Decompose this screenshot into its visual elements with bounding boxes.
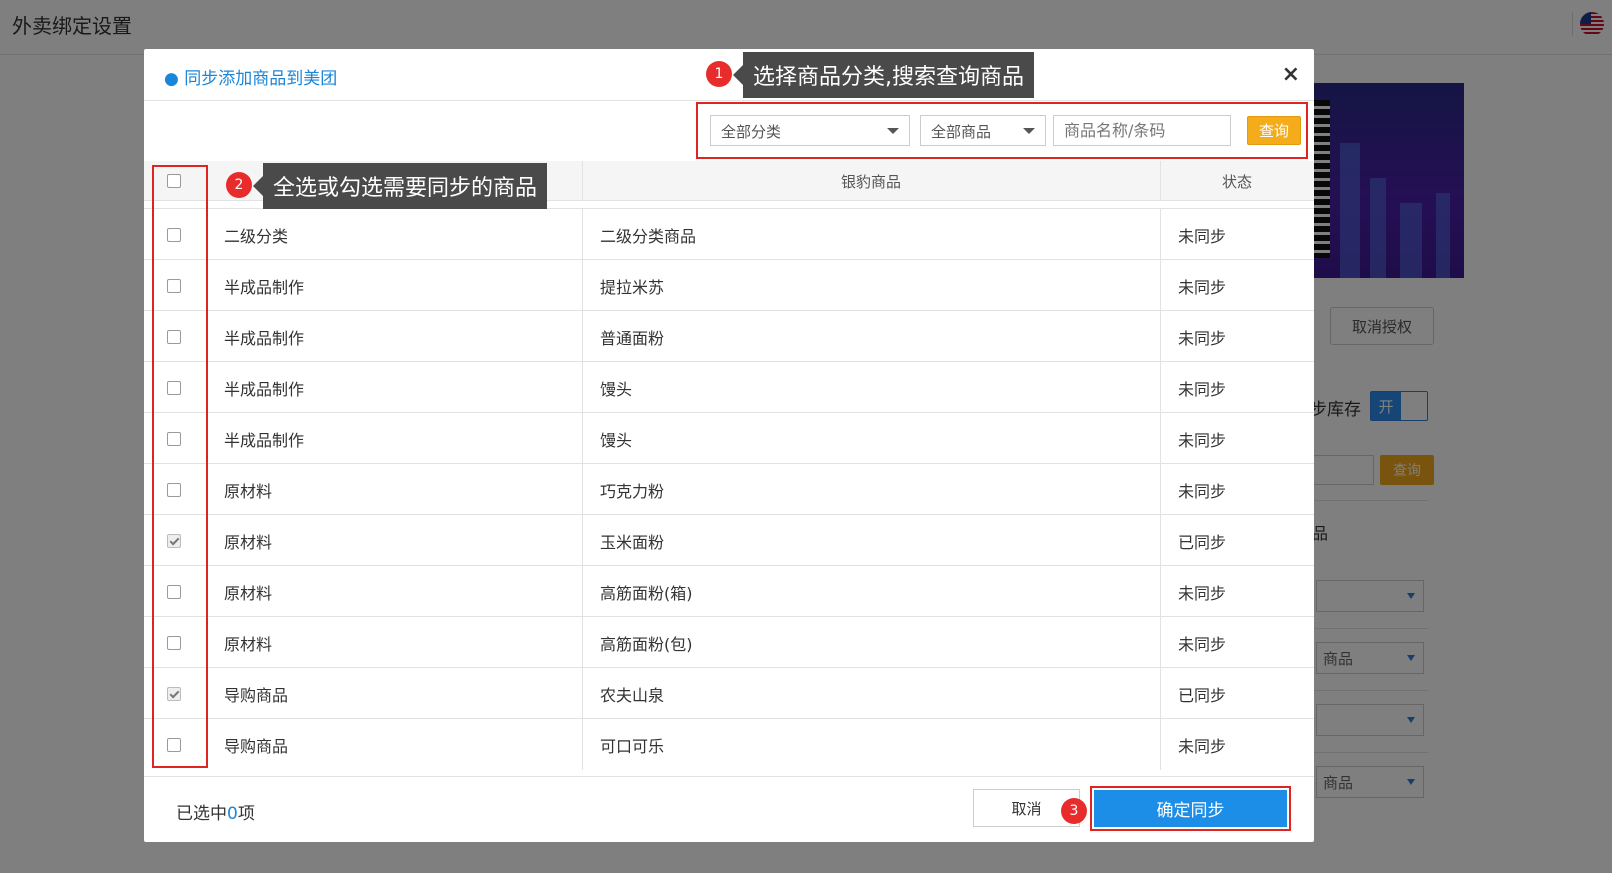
status-cell: 未同步 <box>1178 430 1227 450</box>
category-cell: 半成品制作 <box>224 277 305 297</box>
tip-2-arrow <box>253 176 263 196</box>
column-divider <box>582 566 583 617</box>
product-cell: 高筋面粉(包) <box>600 634 693 654</box>
table-row[interactable]: 原材料 玉米面粉 已同步 <box>144 514 1314 566</box>
table-row[interactable]: 原材料 巧克力粉 未同步 <box>144 463 1314 515</box>
selected-count: 0 <box>227 804 238 824</box>
confirm-highlight: 确定同步 <box>1090 786 1291 831</box>
product-cell: 普通面粉 <box>600 328 665 348</box>
column-divider <box>1160 515 1161 566</box>
category-select[interactable]: 全部分类 <box>710 115 910 146</box>
product-cell: 可口可乐 <box>600 736 665 756</box>
category-cell: 原材料 <box>224 634 273 654</box>
status-cell: 未同步 <box>1178 328 1227 348</box>
caret-down-icon <box>1023 128 1035 134</box>
column-divider <box>1160 566 1161 617</box>
product-cell: 巧克力粉 <box>600 481 665 501</box>
column-divider <box>582 260 583 311</box>
status-cell: 未同步 <box>1178 226 1227 246</box>
table-row[interactable]: 导购商品 可口可乐 未同步 <box>144 718 1314 770</box>
modal-title: ● 同步添加商品到美团 <box>164 69 338 89</box>
table-row[interactable]: 二级分类 二级分类商品 未同步 <box>144 208 1314 260</box>
goods-select-value: 全部商品 <box>931 123 992 141</box>
product-cell: 馒头 <box>600 430 633 450</box>
product-cell: 高筋面粉(箱) <box>600 583 693 603</box>
column-divider <box>1160 311 1161 362</box>
column-divider <box>582 617 583 668</box>
modal-footer: 已选中0项 取消 确定同步 <box>144 776 1314 842</box>
category-cell: 原材料 <box>224 583 273 603</box>
status-cell: 未同步 <box>1178 736 1227 756</box>
column-divider <box>582 515 583 566</box>
status-cell: 已同步 <box>1178 685 1227 705</box>
step-1-badge: 1 <box>706 61 732 87</box>
table-row[interactable]: 导购商品 农夫山泉 已同步 <box>144 667 1314 719</box>
table-row[interactable]: 原材料 高筋面粉(箱) 未同步 <box>144 565 1314 617</box>
product-cell: 馒头 <box>600 379 633 399</box>
column-divider <box>1160 209 1161 260</box>
confirm-sync-button[interactable]: 确定同步 <box>1094 790 1287 827</box>
category-cell: 导购商品 <box>224 685 289 705</box>
status-cell: 未同步 <box>1178 634 1227 654</box>
column-divider <box>1160 668 1161 719</box>
status-cell: 未同步 <box>1178 583 1227 603</box>
column-divider <box>1160 413 1161 464</box>
product-cell: 玉米面粉 <box>600 532 665 552</box>
status-cell: 未同步 <box>1178 379 1227 399</box>
table-row[interactable]: 原材料 高筋面粉(包) 未同步 <box>144 616 1314 668</box>
step-2-badge: 2 <box>226 172 252 198</box>
table-row[interactable]: 半成品制作 普通面粉 未同步 <box>144 310 1314 362</box>
category-cell: 半成品制作 <box>224 379 305 399</box>
selected-prefix: 已选中 <box>176 804 227 824</box>
column-divider <box>582 209 583 260</box>
status-cell: 未同步 <box>1178 481 1227 501</box>
column-divider <box>1160 464 1161 515</box>
table-row[interactable]: 半成品制作 提拉米苏 未同步 <box>144 259 1314 311</box>
category-cell: 半成品制作 <box>224 430 305 450</box>
column-divider <box>1160 617 1161 668</box>
checkbox-column-highlight <box>152 165 208 768</box>
product-cell: 农夫山泉 <box>600 685 665 705</box>
header-product: 银豹商品 <box>840 172 901 191</box>
selected-count-text: 已选中0项 <box>176 799 255 824</box>
search-input[interactable] <box>1053 115 1231 146</box>
column-divider <box>1160 260 1161 311</box>
product-cell: 提拉米苏 <box>600 277 665 297</box>
tip-1: 选择商品分类,搜索查询商品 <box>743 52 1034 98</box>
column-divider <box>582 668 583 719</box>
selected-suffix: 项 <box>237 804 255 824</box>
category-cell: 原材料 <box>224 532 273 552</box>
category-cell: 导购商品 <box>224 736 289 756</box>
category-cell: 原材料 <box>224 481 273 501</box>
column-divider <box>582 413 583 464</box>
column-divider <box>582 719 583 770</box>
step-3-badge: 3 <box>1061 798 1087 824</box>
caret-down-icon <box>887 128 899 134</box>
column-divider <box>582 311 583 362</box>
category-cell: 二级分类 <box>224 226 289 246</box>
header-status: 状态 <box>1221 172 1252 191</box>
close-icon[interactable]: × <box>1282 62 1300 87</box>
status-cell: 已同步 <box>1178 532 1227 552</box>
table-row[interactable]: 半成品制作 馒头 未同步 <box>144 412 1314 464</box>
column-divider <box>582 362 583 413</box>
table-row[interactable]: 半成品制作 馒头 未同步 <box>144 361 1314 413</box>
product-cell: 二级分类商品 <box>600 226 697 246</box>
goods-select[interactable]: 全部商品 <box>920 115 1046 146</box>
category-cell: 半成品制作 <box>224 328 305 348</box>
status-cell: 未同步 <box>1178 277 1227 297</box>
column-divider <box>582 464 583 515</box>
category-select-value: 全部分类 <box>721 123 782 141</box>
tip-1-arrow <box>733 65 743 85</box>
column-divider <box>1160 719 1161 770</box>
column-divider <box>1160 362 1161 413</box>
tip-2: 全选或勾选需要同步的商品 <box>263 163 548 209</box>
query-button[interactable]: 查询 <box>1247 116 1301 145</box>
